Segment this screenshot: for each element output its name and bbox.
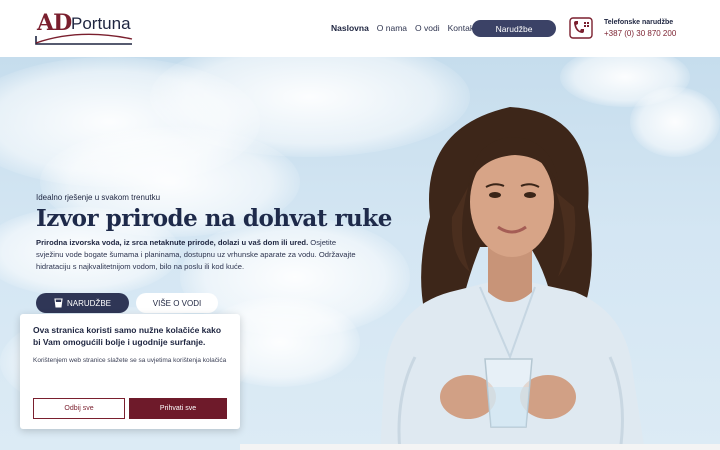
hero-body-text: Prirodna izvorska voda, iz srca netaknut… [36, 237, 356, 273]
phone-label: Telefonske narudžbe [604, 19, 674, 26]
logo-swoosh-icon [35, 33, 133, 45]
cookie-text: Korištenjem web stranice slažete se sa u… [33, 357, 227, 364]
cookie-banner: Ova stranica koristi samo nužne kolačiće… [20, 314, 240, 429]
woman-with-glass-image [380, 107, 645, 450]
nav-item-o-vodi[interactable]: O vodi [415, 23, 440, 33]
phone-icon [569, 17, 593, 39]
more-about-water-button[interactable]: VIŠE O VODI [136, 293, 218, 313]
hero-body-bold: Prirodna izvorska voda, iz srca netaknut… [36, 238, 309, 247]
order-button[interactable]: Narudžbe [472, 20, 556, 37]
nav-item-o-nama[interactable]: O nama [377, 23, 407, 33]
next-section-edge [240, 444, 720, 450]
nav-item-naslovna[interactable]: Naslovna [331, 23, 369, 33]
hero-eyebrow: Idealno rješenje u svakom trenutku [36, 193, 161, 202]
cookie-title: Ova stranica koristi samo nužne kolačiće… [33, 325, 222, 347]
hero-headline: Izvor prirode na dohvat ruke [36, 205, 392, 232]
hero-order-label: NARUDŽBE [66, 298, 111, 308]
logo[interactable]: AD Portuna [34, 10, 134, 46]
phone-number[interactable]: +387 (0) 30 870 200 [604, 29, 676, 38]
site-header: AD Portuna Naslovna O nama O vodi Kontak… [0, 0, 720, 57]
main-nav: Naslovna O nama O vodi Kontakt [331, 23, 476, 33]
water-cup-icon [54, 298, 63, 308]
cookie-accept-button[interactable]: Prihvati sve [129, 398, 227, 419]
cookie-decline-button[interactable]: Odbij sve [33, 398, 125, 419]
hero-order-button[interactable]: NARUDŽBE [36, 293, 129, 313]
